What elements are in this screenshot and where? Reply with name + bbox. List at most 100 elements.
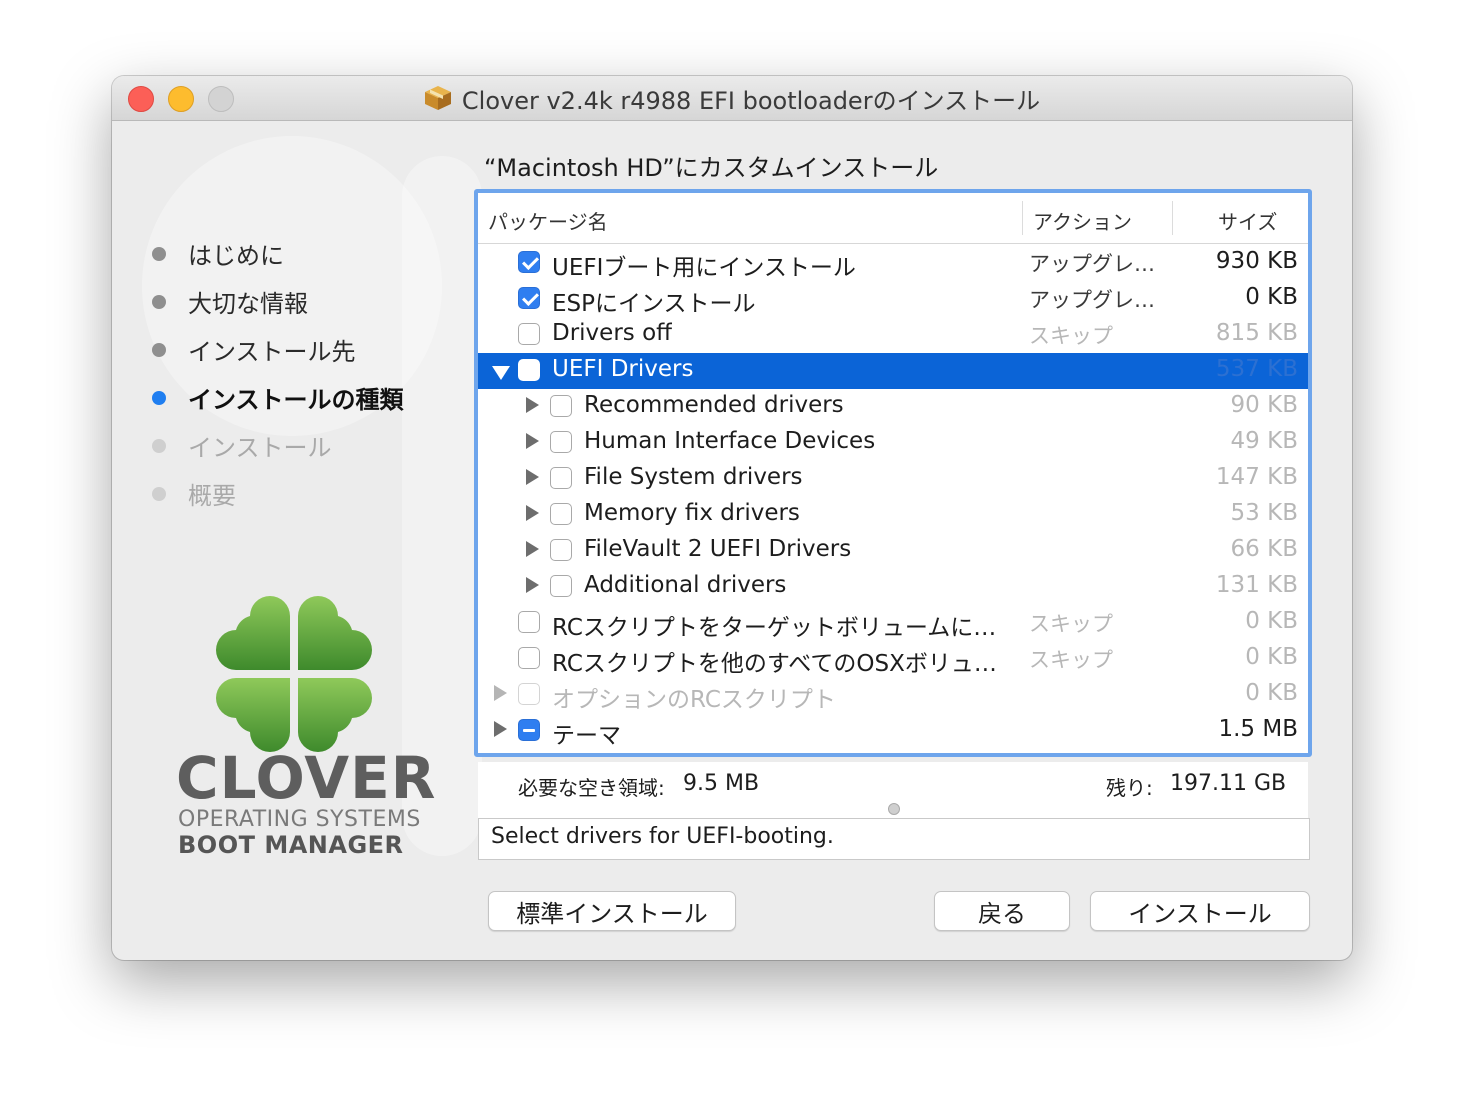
disclosure-collapsed-icon[interactable] <box>526 469 539 485</box>
package-checkbox[interactable] <box>550 503 572 525</box>
package-table[interactable]: パッケージ名 アクション サイズ UEFIブート用にインストール アップグレ… 93… <box>474 189 1312 757</box>
package-size: 1.5 MB <box>1218 716 1298 742</box>
package-size: 815 KB <box>1215 320 1298 346</box>
column-divider <box>1172 201 1173 235</box>
table-row[interactable]: FileVault 2 UEFI Drivers 66 KB <box>478 533 1308 569</box>
title-bar[interactable]: Clover v2.4k r4988 EFI bootloaderのインストール <box>112 76 1352 121</box>
step-label: インストール <box>188 434 332 462</box>
table-row[interactable]: ESPにインストール アップグレ… 0 KB <box>478 281 1308 317</box>
table-row[interactable]: File System drivers 147 KB <box>478 461 1308 497</box>
package-action: アップグレ… <box>1029 288 1155 312</box>
package-checkbox[interactable] <box>518 647 540 669</box>
back-button[interactable]: 戻る <box>934 891 1070 931</box>
package-size: 537 KB <box>1215 356 1298 382</box>
package-action: スキップ <box>1029 648 1113 672</box>
logo-tagline-2: BOOT MANAGER <box>178 831 404 859</box>
disclosure-collapsed-icon[interactable] <box>526 577 539 593</box>
package-checkbox[interactable] <box>518 287 540 309</box>
package-name: ESPにインストール <box>552 291 756 317</box>
step-label: はじめに <box>188 242 284 270</box>
package-checkbox[interactable] <box>550 395 572 417</box>
space-required-value: 9.5 MB <box>683 771 760 796</box>
disclosure-expanded-icon[interactable] <box>492 366 510 380</box>
table-row[interactable]: RCスクリプトを他のすべてのOSXボリューム… スキップ 0 KB <box>478 641 1308 677</box>
package-name: Additional drivers <box>584 572 787 598</box>
package-size: 53 KB <box>1230 500 1298 526</box>
step-item: 概要 <box>152 476 236 511</box>
package-size: 131 KB <box>1215 572 1298 598</box>
package-action: スキップ <box>1029 324 1113 348</box>
package-size: 49 KB <box>1230 428 1298 454</box>
package-name: RCスクリプトを他のすべてのOSXボリューム… <box>552 651 1018 677</box>
step-item: インストールの種類 <box>152 380 404 415</box>
package-name: Human Interface Devices <box>584 428 876 454</box>
package-name: Recommended drivers <box>584 392 844 418</box>
space-required-label: 必要な空き領域: <box>518 776 665 800</box>
table-row[interactable]: Additional drivers 131 KB <box>478 569 1308 605</box>
package-checkbox[interactable] <box>518 611 540 633</box>
table-row[interactable]: UEFIブート用にインストール アップグレ… 930 KB <box>478 245 1308 281</box>
step-item: 大切な情報 <box>152 284 308 319</box>
package-name: FileVault 2 UEFI Drivers <box>584 536 852 562</box>
package-icon <box>424 86 451 110</box>
package-size: 0 KB <box>1245 608 1298 634</box>
logo-wordmark: CLOVER <box>176 744 437 812</box>
package-size: 0 KB <box>1245 644 1298 670</box>
disclosure-collapsed-icon[interactable] <box>526 433 539 449</box>
disclosure-collapsed-icon[interactable] <box>526 397 539 413</box>
table-row[interactable]: UEFI Drivers 537 KB <box>478 353 1308 389</box>
disclosure-collapsed-icon[interactable] <box>494 721 507 737</box>
package-size: 930 KB <box>1215 248 1298 274</box>
step-indicator-dot <box>152 438 166 453</box>
column-header-size[interactable]: サイズ <box>1218 206 1277 235</box>
title-wrap: Clover v2.4k r4988 EFI bootloaderのインストール <box>112 76 1352 120</box>
package-checkbox[interactable] <box>550 467 572 489</box>
package-checkbox[interactable] <box>518 323 540 345</box>
package-size: 0 KB <box>1245 284 1298 310</box>
table-row[interactable]: テーマ 1.5 MB <box>478 713 1308 749</box>
step-label: インストールの種類 <box>188 386 404 414</box>
logo-tagline-1: OPERATING SYSTEMS <box>178 807 421 832</box>
package-checkbox[interactable] <box>518 719 540 741</box>
disclosure-collapsed-icon[interactable] <box>526 541 539 557</box>
step-indicator-dot <box>152 246 166 261</box>
package-checkbox[interactable] <box>550 539 572 561</box>
table-row[interactable]: Drivers off スキップ 815 KB <box>478 317 1308 353</box>
step-indicator-dot <box>152 294 166 309</box>
column-header-action[interactable]: アクション <box>1033 206 1132 235</box>
package-checkbox[interactable] <box>518 251 540 273</box>
page-heading: “Macintosh HD”にカスタムインストール <box>484 154 939 182</box>
description-text: Select drivers for UEFI-booting. <box>491 824 834 849</box>
package-checkbox[interactable] <box>518 359 540 381</box>
package-checkbox[interactable] <box>550 431 572 453</box>
package-size: 0 KB <box>1245 680 1298 706</box>
package-checkbox <box>518 683 540 705</box>
column-header-name[interactable]: パッケージ名 <box>488 206 608 235</box>
description-box: Select drivers for UEFI-booting. <box>478 818 1310 860</box>
table-row[interactable]: Human Interface Devices 49 KB <box>478 425 1308 461</box>
table-row[interactable]: Memory fix drivers 53 KB <box>478 497 1308 533</box>
step-item: インストール先 <box>152 332 356 367</box>
standard-install-button[interactable]: 標準インストール <box>488 891 736 931</box>
disclosure-collapsed-icon[interactable] <box>526 505 539 521</box>
step-label: 概要 <box>188 482 236 510</box>
package-name: UEFIブート用にインストール <box>552 255 856 281</box>
step-indicator-dot <box>152 390 166 405</box>
package-checkbox[interactable] <box>550 575 572 597</box>
install-button[interactable]: インストール <box>1090 891 1310 931</box>
package-name: Memory fix drivers <box>584 500 800 526</box>
table-header: パッケージ名 アクション サイズ <box>478 193 1308 244</box>
split-handle[interactable] <box>888 803 900 815</box>
step-indicator-dot <box>152 486 166 501</box>
disclosure-collapsed-icon[interactable] <box>494 685 507 701</box>
step-item: インストール <box>152 428 332 463</box>
step-indicator-dot <box>152 342 166 357</box>
table-row[interactable]: Recommended drivers 90 KB <box>478 389 1308 425</box>
step-label: インストール先 <box>188 338 356 366</box>
window-title: Clover v2.4k r4988 EFI bootloaderのインストール <box>461 86 1041 115</box>
remaining-label: 残り: <box>1106 776 1153 800</box>
package-action: アップグレ… <box>1029 252 1155 276</box>
table-row[interactable]: RCスクリプトをターゲットボリュームにインス… スキップ 0 KB <box>478 605 1308 641</box>
table-row[interactable]: オプションのRCスクリプト 0 KB <box>478 677 1308 713</box>
package-name: UEFI Drivers <box>552 356 694 382</box>
